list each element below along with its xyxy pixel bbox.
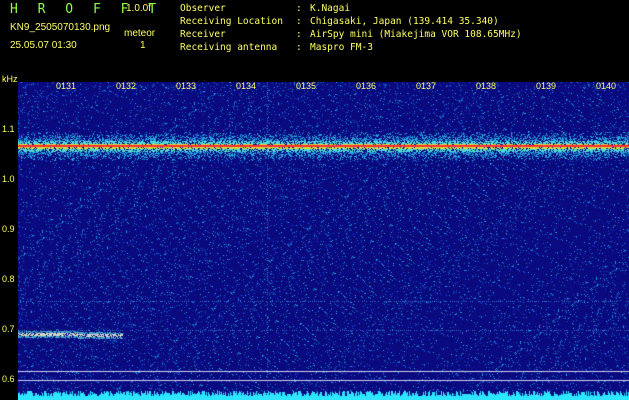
info-value: Chigasaki, Japan (139.414 35.340) bbox=[310, 16, 499, 27]
date-time: 25.05.07 01:30 bbox=[10, 40, 77, 51]
time-tick-label: 0140 bbox=[596, 81, 617, 91]
info-row-location: Receiving Location: Chigasaki, Japan (139… bbox=[180, 15, 522, 28]
info-sep: : bbox=[296, 42, 302, 53]
info-value: AirSpy mini (Miakejima VOR 108.65MHz) bbox=[310, 29, 522, 40]
info-row-antenna: Receiving antenna: Maspro FM-3 bbox=[180, 41, 522, 54]
time-tick-label: 0133 bbox=[176, 81, 197, 91]
info-value: Maspro FM-3 bbox=[310, 42, 373, 53]
time-tick-label: 0139 bbox=[536, 81, 557, 91]
time-tick-label: 0134 bbox=[236, 81, 257, 91]
header-panel: H R O F F T 1.0.0f KN9_2505070130.png me… bbox=[0, 0, 629, 74]
time-tick-label: 0138 bbox=[476, 81, 497, 91]
info-key: Observer bbox=[180, 3, 226, 14]
y-tick-label: 0.6 bbox=[2, 374, 15, 384]
info-key: Receiver bbox=[180, 29, 226, 40]
axis-unit-label: kHz bbox=[2, 74, 18, 84]
y-tick-label: 1.1 bbox=[2, 124, 15, 134]
info-sep: : bbox=[296, 16, 302, 27]
info-row-receiver: Receiver: AirSpy mini (Miakejima VOR 108.… bbox=[180, 28, 522, 41]
time-tick-label: 0132 bbox=[116, 81, 137, 91]
file-name: KN9_2505070130.png bbox=[10, 22, 111, 33]
y-tick-label: 0.7 bbox=[2, 324, 15, 334]
info-value: K.Nagai bbox=[310, 3, 351, 14]
spectrogram bbox=[18, 82, 629, 400]
time-tick-label: 0136 bbox=[356, 81, 377, 91]
time-tick-label: 0131 bbox=[56, 81, 77, 91]
info-key: Receiving Location bbox=[180, 16, 283, 27]
spectrogram-canvas bbox=[18, 82, 629, 400]
info-sep: : bbox=[296, 29, 302, 40]
info-sep: : bbox=[296, 3, 302, 14]
time-tick-label: 0137 bbox=[416, 81, 437, 91]
y-tick-label: 0.8 bbox=[2, 274, 15, 284]
y-tick-label: 0.9 bbox=[2, 224, 15, 234]
app-version: 1.0.0f bbox=[126, 3, 152, 14]
info-key: Receiving antenna bbox=[180, 42, 278, 53]
y-tick-label: 1.0 bbox=[2, 174, 15, 184]
info-row-observer: Observer: K.Nagai bbox=[180, 2, 522, 15]
time-tick-label: 0135 bbox=[296, 81, 317, 91]
meteor-count: 1 bbox=[140, 40, 146, 51]
meteor-label: meteor bbox=[124, 28, 156, 39]
observation-info: Observer: K.Nagai Receiving Location: Chig… bbox=[180, 2, 522, 54]
